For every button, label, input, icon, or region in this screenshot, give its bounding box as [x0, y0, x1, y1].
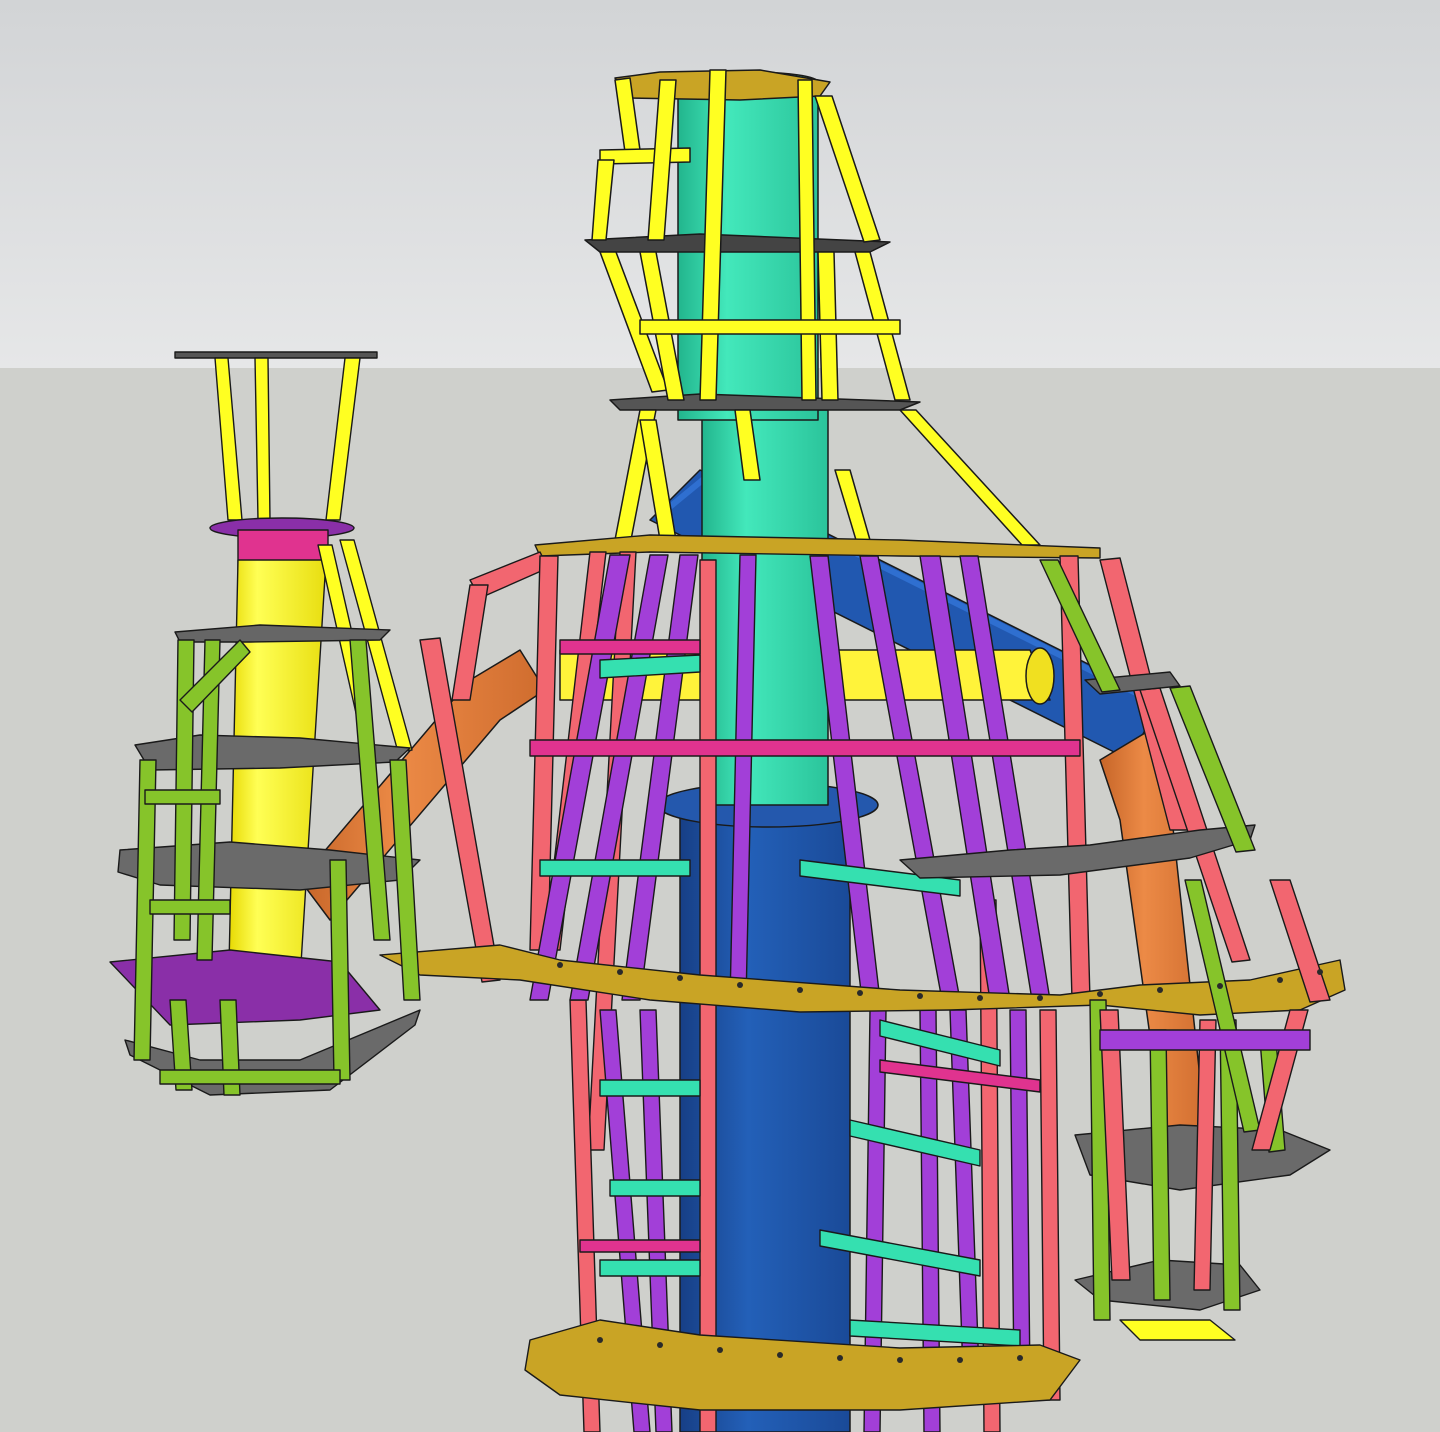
torch-post [254, 357, 271, 521]
head-yellow-bar [797, 79, 817, 401]
sketchup-3d-viewport[interactable] [0, 0, 1440, 1432]
green-member [159, 1069, 341, 1085]
teal-member [539, 859, 691, 877]
magenta-member [579, 1239, 701, 1253]
head-yellow-bar [639, 319, 901, 335]
green-member [1149, 1029, 1171, 1301]
teal-member [599, 1259, 701, 1277]
red-member [1039, 1009, 1061, 1401]
teal-member [599, 1079, 701, 1097]
torch-top-plate [174, 351, 378, 359]
teal-member [609, 1179, 701, 1197]
purple-member [1099, 1029, 1311, 1051]
magenta-member [529, 739, 1081, 757]
green-member [149, 899, 231, 915]
green-member [144, 789, 221, 805]
green-member [329, 859, 351, 1081]
magenta-member [559, 639, 701, 655]
purple-member [1009, 1009, 1031, 1381]
